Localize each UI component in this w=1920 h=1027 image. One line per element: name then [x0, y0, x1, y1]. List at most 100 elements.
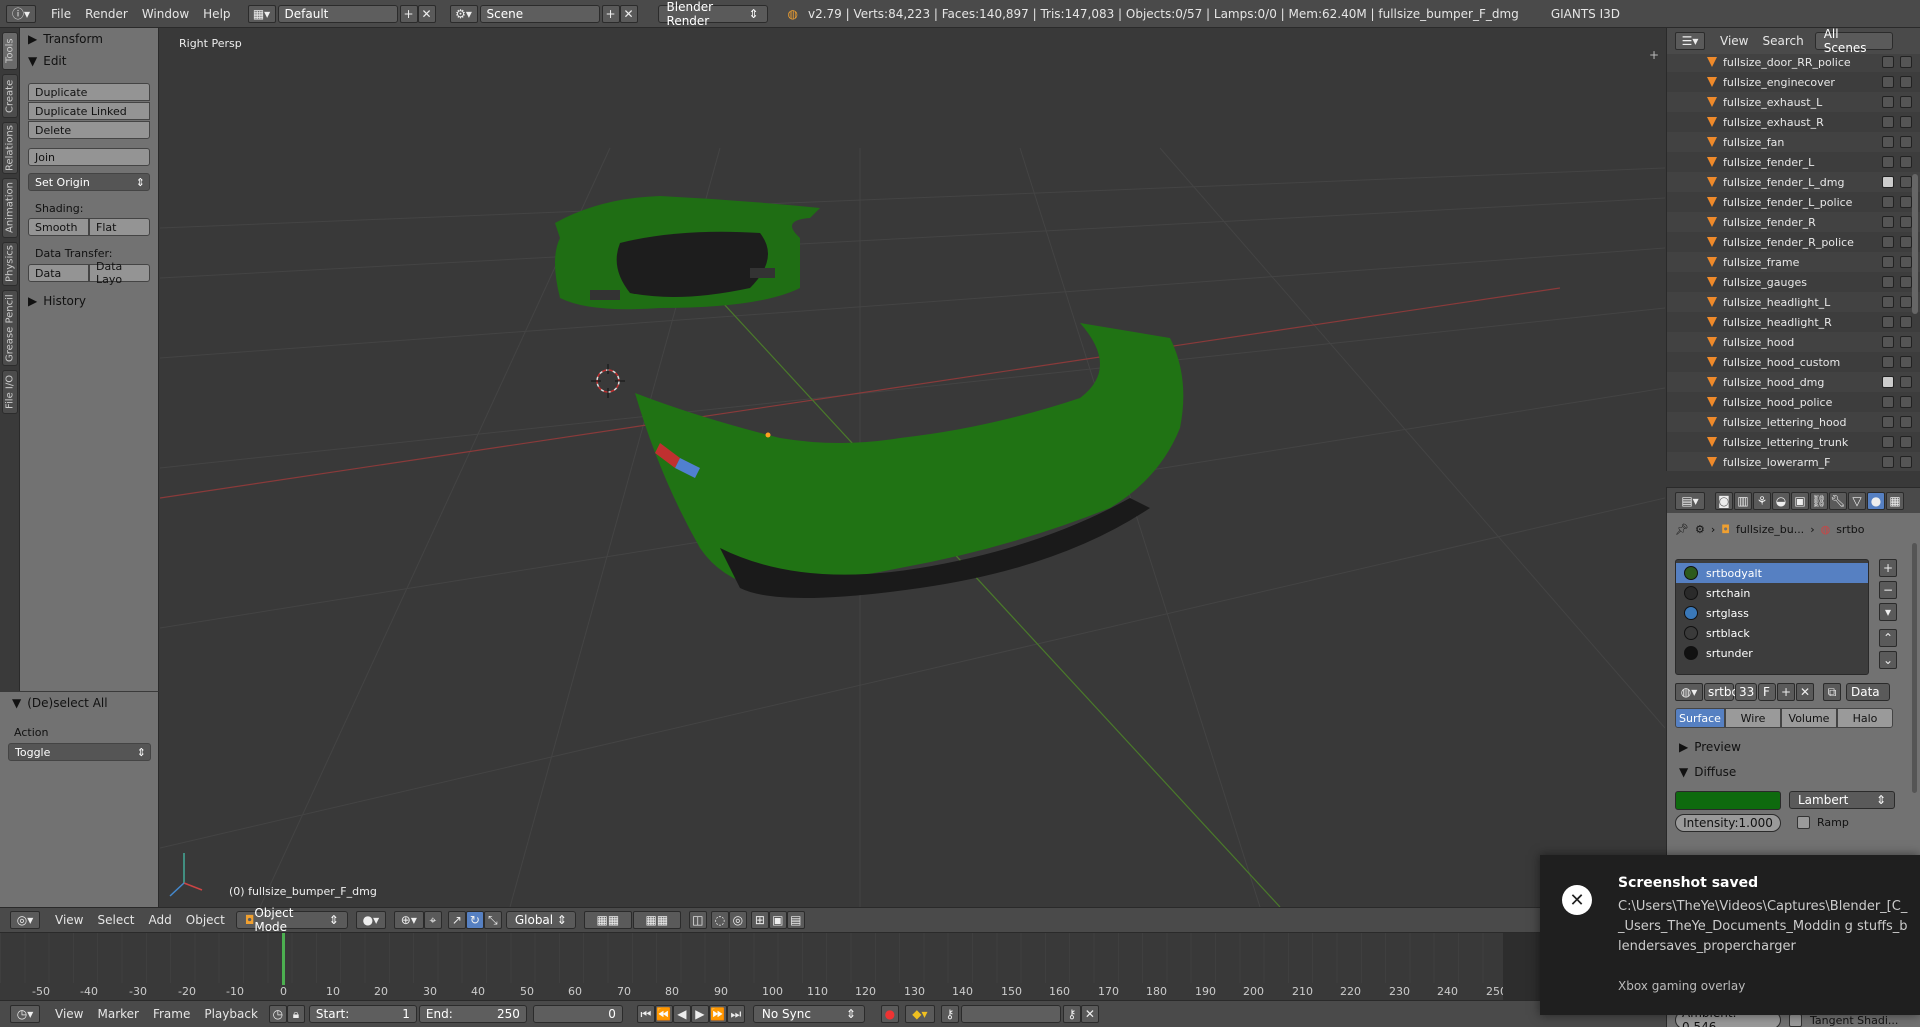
select-icon[interactable]: [1882, 296, 1894, 308]
timeline-editor-type-button[interactable]: ◷▾: [10, 1005, 40, 1023]
outliner-item[interactable]: fullsize_exhaust_L: [1667, 92, 1920, 112]
remove-layout-icon[interactable]: ✕: [417, 4, 436, 23]
delete-keyframe-icon[interactable]: ✕: [1080, 1005, 1099, 1023]
tab-halo[interactable]: Halo: [1837, 708, 1893, 728]
outliner-item[interactable]: fullsize_fan: [1667, 132, 1920, 152]
world-tab-icon[interactable]: ◒: [1772, 492, 1790, 510]
slot-specials-icon[interactable]: ▾: [1879, 603, 1897, 621]
set-origin-dropdown[interactable]: Set Origin ⇕: [28, 173, 150, 191]
join-button[interactable]: Join: [28, 148, 150, 166]
material-slot[interactable]: srtchain: [1676, 583, 1868, 603]
render-icon[interactable]: [1900, 156, 1912, 168]
tab-relations[interactable]: Relations: [2, 122, 18, 174]
lock-range-icon[interactable]: 🔒︎: [286, 1005, 305, 1023]
select-icon[interactable]: [1882, 156, 1894, 168]
render-layers-tab-icon[interactable]: ▥: [1734, 492, 1752, 510]
modifiers-tab-icon[interactable]: 🔧︎: [1829, 492, 1847, 510]
select-icon[interactable]: [1882, 436, 1894, 448]
opengl-anim-icon[interactable]: ▤: [786, 911, 805, 929]
record-icon[interactable]: ●: [880, 1005, 899, 1023]
snap-icon[interactable]: ◎: [728, 911, 747, 929]
add-scene-icon[interactable]: +: [601, 4, 620, 23]
select-icon[interactable]: [1882, 396, 1894, 408]
new-material-icon[interactable]: +: [1777, 683, 1795, 701]
outliner-item[interactable]: fullsize_fender_R_police: [1667, 232, 1920, 252]
preview-panel-header[interactable]: ▶ Preview: [1671, 736, 1741, 758]
tab-volume[interactable]: Volume: [1781, 708, 1837, 728]
render-icon[interactable]: [1900, 336, 1912, 348]
render-icon[interactable]: [1900, 356, 1912, 368]
outliner-item[interactable]: fullsize_lettering_trunk: [1667, 432, 1920, 452]
menu-file[interactable]: File: [44, 4, 78, 24]
material-tab-icon[interactable]: ●: [1867, 492, 1885, 510]
render-icon[interactable]: [1900, 276, 1912, 288]
tab-file-io[interactable]: File I/O: [2, 370, 18, 414]
screen-layout-icon[interactable]: ▦▾: [247, 4, 276, 23]
data-transfer-button[interactable]: Data: [28, 264, 89, 282]
scene-tab-icon[interactable]: ⚘: [1753, 492, 1771, 510]
screen-layout-field[interactable]: Default: [277, 4, 398, 23]
restriction-icons[interactable]: [1882, 156, 1912, 168]
outliner-menu-view[interactable]: View: [1713, 31, 1755, 51]
select-icon[interactable]: [1882, 56, 1894, 68]
outliner-item[interactable]: fullsize_door_RR_police: [1667, 54, 1920, 72]
restriction-icons[interactable]: [1882, 396, 1912, 408]
jump-keyframe-forward-icon[interactable]: ⏩: [708, 1005, 727, 1023]
diffuse-shader-select[interactable]: Lambert ⇕: [1789, 791, 1895, 809]
link-select[interactable]: Data: [1846, 683, 1890, 701]
operator-header[interactable]: ▼ (De)select All: [4, 692, 108, 714]
material-slot[interactable]: srtblack: [1676, 623, 1868, 643]
restriction-icons[interactable]: [1882, 456, 1912, 468]
object-tab-icon[interactable]: ▣: [1791, 492, 1809, 510]
select-icon[interactable]: [1882, 236, 1894, 248]
info-editor-type-button[interactable]: ⓘ▾: [6, 4, 36, 23]
end-frame-field[interactable]: End: 250: [418, 1005, 527, 1023]
outliner-item[interactable]: fullsize_fender_L: [1667, 152, 1920, 172]
play-reverse-icon[interactable]: ◀: [672, 1005, 691, 1023]
jump-keyframe-back-icon[interactable]: ⏪: [654, 1005, 673, 1023]
mode-select[interactable]: ◘ Object Mode ⇕: [235, 906, 348, 934]
material-slot[interactable]: srtglass: [1676, 603, 1868, 623]
scene-field[interactable]: Scene: [479, 4, 600, 23]
outliner-menu-search[interactable]: Search: [1755, 31, 1810, 51]
render-icon[interactable]: [1900, 176, 1912, 188]
render-icon[interactable]: [1900, 76, 1912, 88]
select-icon[interactable]: [1882, 316, 1894, 328]
select-icon[interactable]: [1882, 96, 1894, 108]
translate-manipulator-icon[interactable]: ↗: [447, 911, 466, 929]
outliner-item[interactable]: fullsize_headlight_R: [1667, 312, 1920, 332]
restriction-icons[interactable]: [1882, 356, 1912, 368]
tangent-shading-checkbox[interactable]: [1789, 1013, 1802, 1027]
transform-orientation-select[interactable]: Global ⇕: [505, 911, 576, 929]
tab-surface[interactable]: Surface: [1675, 708, 1725, 728]
restriction-icons[interactable]: [1882, 216, 1912, 228]
outliner-item[interactable]: fullsize_fender_R: [1667, 212, 1920, 232]
outliner-item[interactable]: fullsize_fender_L_dmg: [1667, 172, 1920, 192]
play-icon[interactable]: ▶: [690, 1005, 709, 1023]
snap-target-icon[interactable]: ⊞: [750, 911, 769, 929]
pivot-point-button[interactable]: ⊕▾: [393, 911, 424, 929]
restriction-icons[interactable]: [1882, 176, 1912, 188]
material-slots-list[interactable]: srtbodyalt srtchain srtglass srtblack sr…: [1675, 559, 1869, 675]
tab-create[interactable]: Create: [2, 74, 18, 118]
material-users-field[interactable]: 33: [1735, 683, 1757, 701]
screenshot-toast[interactable]: ✕ Screenshot saved C:\Users\TheYe\Videos…: [1540, 855, 1920, 1015]
restriction-icons[interactable]: [1882, 96, 1912, 108]
menu-add[interactable]: Add: [142, 910, 179, 930]
outliner-scope-select[interactable]: All Scenes: [1814, 27, 1893, 55]
restriction-icons[interactable]: [1882, 336, 1912, 348]
data-layout-button[interactable]: Data Layo: [89, 260, 150, 286]
outliner-item[interactable]: fullsize_lowerarm_F: [1667, 452, 1920, 471]
restriction-icons[interactable]: [1882, 316, 1912, 328]
diffuse-panel-header[interactable]: ▼ Diffuse: [1671, 761, 1736, 783]
tab-grease-pencil[interactable]: Grease Pencil: [2, 290, 18, 366]
menu-window[interactable]: Window: [135, 4, 196, 24]
remove-scene-icon[interactable]: ✕: [619, 4, 638, 23]
insert-keyframe-icon[interactable]: ⚷: [1062, 1005, 1081, 1023]
restriction-icons[interactable]: [1882, 56, 1912, 68]
render-icon[interactable]: [1900, 56, 1912, 68]
editor-type-button[interactable]: ◎▾: [10, 911, 40, 929]
edit-panel-header[interactable]: ▼ Edit: [20, 50, 159, 72]
keying-set-field[interactable]: [960, 1005, 1061, 1023]
select-icon[interactable]: [1882, 276, 1894, 288]
